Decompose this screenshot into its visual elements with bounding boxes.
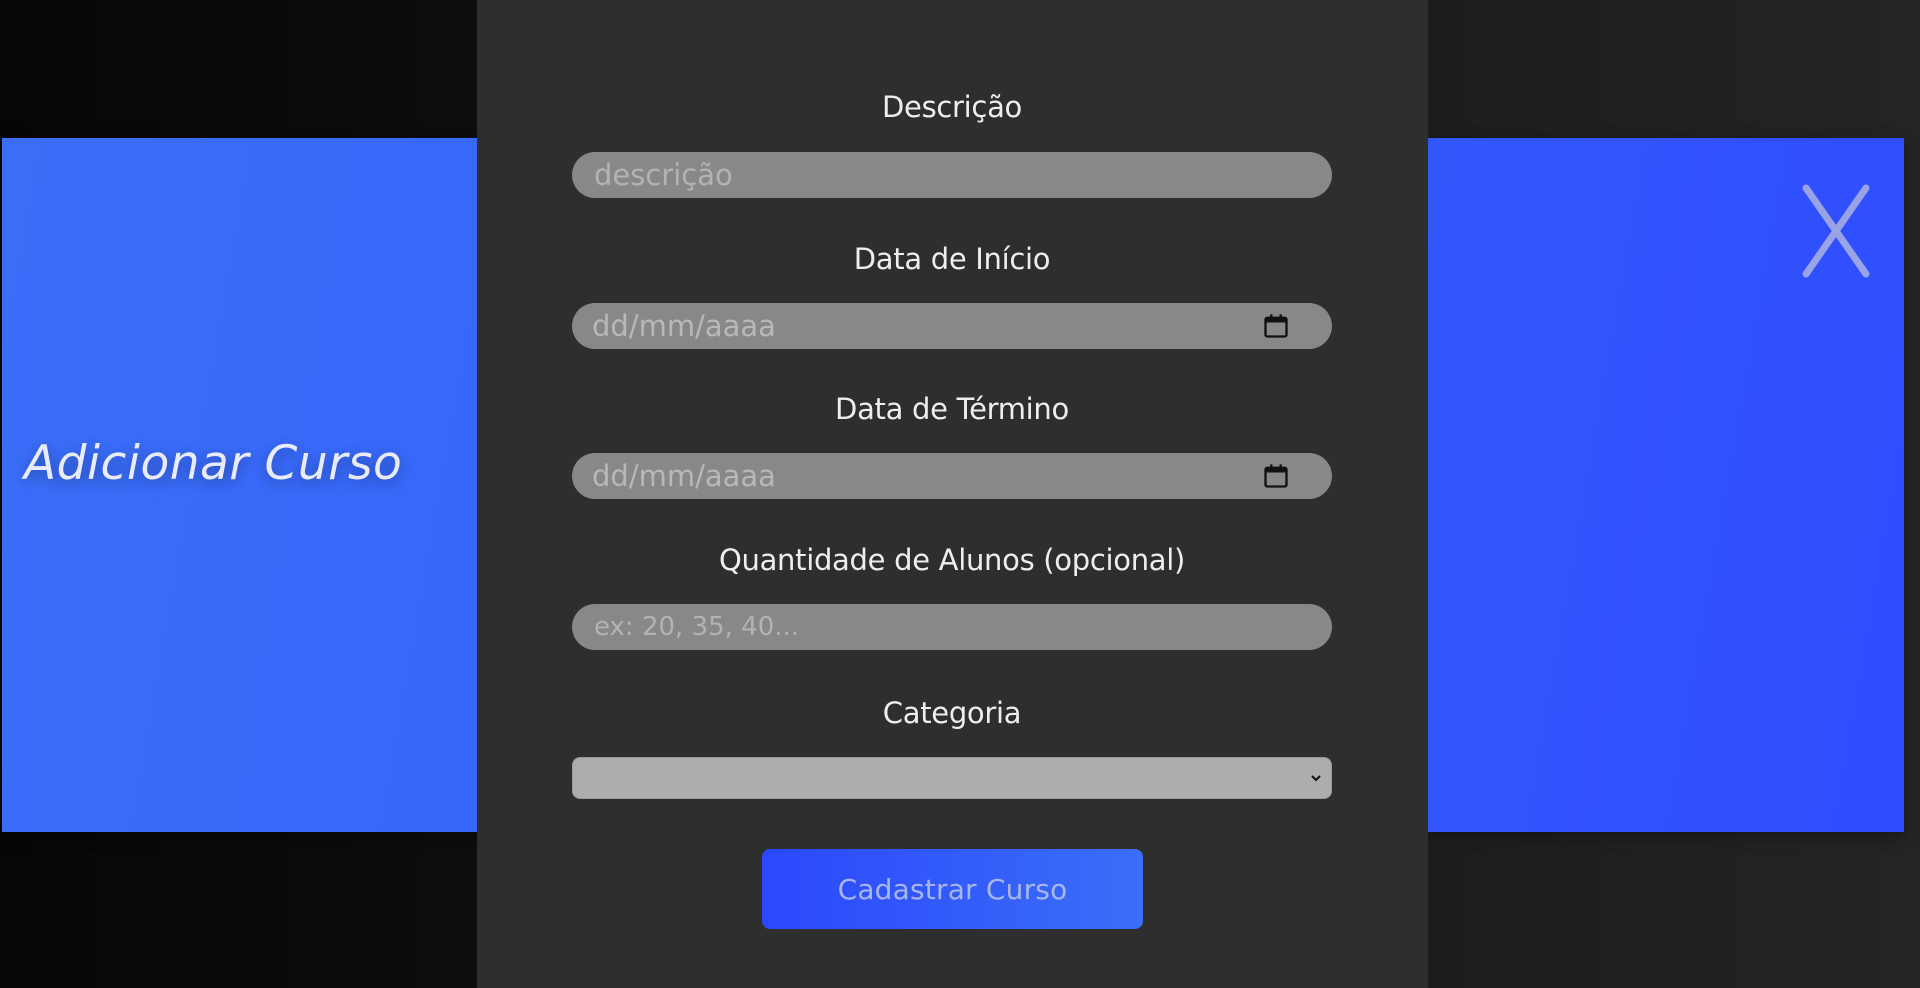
- data-termino-input[interactable]: dd/mm/aaaa: [572, 453, 1332, 499]
- descricao-input[interactable]: [572, 152, 1332, 198]
- quantidade-input[interactable]: [572, 604, 1332, 650]
- page-title: Adicionar Curso: [24, 436, 403, 491]
- data-termino-label: Data de Término: [835, 392, 1069, 426]
- categoria-select[interactable]: [572, 757, 1332, 799]
- data-inicio-input[interactable]: dd/mm/aaaa: [572, 303, 1332, 349]
- categoria-label: Categoria: [882, 696, 1022, 730]
- data-inicio-placeholder: dd/mm/aaaa: [592, 309, 776, 343]
- calendar-icon[interactable]: [1262, 462, 1290, 490]
- cadastrar-curso-button[interactable]: Cadastrar Curso: [762, 849, 1143, 929]
- form-panel: Descrição Data de Início dd/mm/aaaa Data…: [477, 0, 1428, 988]
- chevron-down-icon: [1311, 775, 1321, 782]
- data-termino-placeholder: dd/mm/aaaa: [592, 459, 776, 493]
- close-icon: [1802, 184, 1870, 278]
- data-inicio-label: Data de Início: [853, 242, 1051, 276]
- calendar-icon[interactable]: [1262, 312, 1290, 340]
- quantidade-label: Quantidade de Alunos (opcional): [718, 543, 1186, 577]
- descricao-label: Descrição: [882, 90, 1022, 124]
- close-button[interactable]: [1796, 180, 1876, 282]
